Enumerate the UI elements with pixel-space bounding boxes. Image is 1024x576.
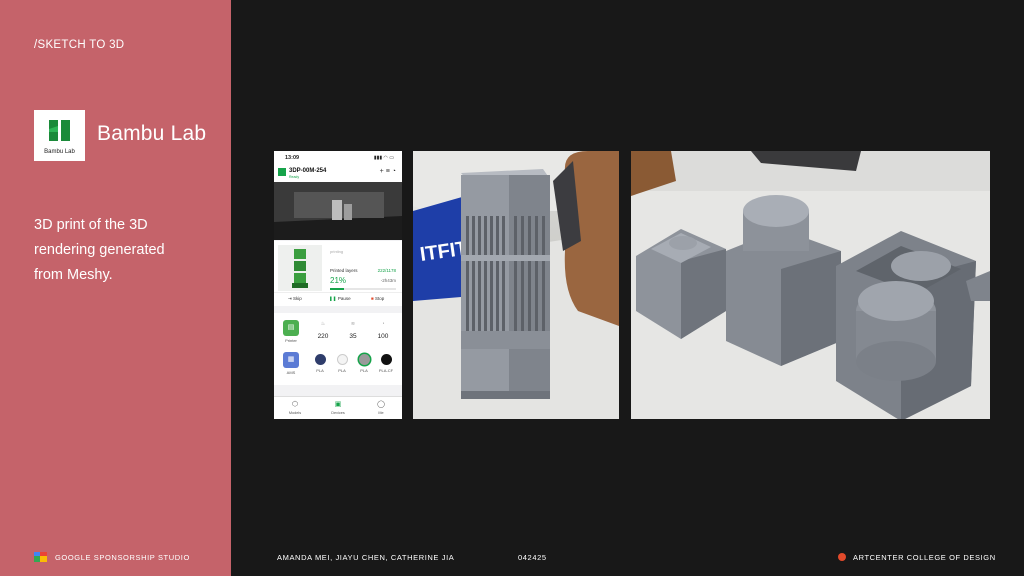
- camera-image: [274, 182, 402, 240]
- nozzle-temp-icon: ♨: [320, 321, 326, 327]
- left-panel: /SKETCH TO 3D Bambu Lab Bambu Lab 3D pri…: [0, 0, 231, 576]
- skip-button[interactable]: ⇥ Skip: [288, 296, 302, 302]
- section-label: /SKETCH TO 3D: [34, 39, 125, 51]
- speed-value: 100: [377, 333, 389, 340]
- menu-icon[interactable]: ≡: [386, 168, 390, 175]
- footer-school: ARTCENTER COLLEGE OF DESIGN: [853, 553, 996, 562]
- google-sponsorship-icon: [34, 552, 47, 562]
- signal-battery-icon: ▮▮▮ ◠ ▭: [373, 155, 394, 161]
- speed-icon: ◔: [381, 321, 385, 327]
- filament-swatch[interactable]: [359, 354, 370, 365]
- me-icon[interactable]: ◯: [370, 400, 392, 408]
- add-icon[interactable]: +: [380, 168, 384, 175]
- bed-temp-value: 35: [349, 333, 357, 340]
- printer-camera-feed: [274, 182, 402, 240]
- pause-icon: ❚❚: [329, 296, 337, 301]
- app-header: 3DP-00M-254 Ready + ≡ ◔: [274, 165, 402, 182]
- progress-percent: 21%: [330, 276, 347, 285]
- photo-printed-tower: ITFITI: [413, 151, 619, 419]
- phone-status-bar: 13:09 ▮▮▮ ◠ ▭: [274, 151, 402, 165]
- filament-swatch[interactable]: [381, 354, 392, 365]
- footer-date: 042425: [518, 553, 547, 562]
- footer-studio: GOOGLE SPONSORSHIP STUDIO: [55, 553, 190, 562]
- filament-label: PLA: [338, 368, 346, 373]
- stop-label: Stop: [374, 296, 385, 301]
- layers-value: 222/1178: [377, 268, 396, 273]
- device-logo-icon: [278, 168, 286, 176]
- tab-devices[interactable]: Devices: [327, 411, 349, 415]
- stop-icon: ■: [371, 296, 374, 301]
- device-name: 3DP-00M-254: [289, 168, 327, 174]
- green-model-icon: [292, 249, 308, 288]
- bambu-app-screenshot: 13:09 ▮▮▮ ◠ ▭ 3DP-00M-254 Ready + ≡ ◔ pr…: [274, 151, 402, 419]
- model-thumbnail: [278, 245, 322, 291]
- printed-tower-image: ITFITI: [413, 151, 619, 419]
- pause-button[interactable]: ❚❚ Pause: [329, 296, 351, 302]
- ams-tile-icon[interactable]: ▦: [283, 352, 299, 368]
- remaining-time: -2h43m: [380, 278, 396, 283]
- devices-icon[interactable]: ▣: [327, 400, 349, 408]
- printer-status-panel: ▤ Printer ♨ 220 ≋ 35 ◔ 100 ▦ AMS PLA PLA…: [274, 313, 402, 385]
- filament-swatch[interactable]: [315, 354, 326, 365]
- photo-printed-containers: [631, 151, 990, 419]
- filament-swatch[interactable]: [337, 354, 348, 365]
- filament-label: PLA-CF: [378, 368, 394, 373]
- bambu-logo-icon: [49, 120, 70, 141]
- printer-tile-icon[interactable]: ▤: [283, 320, 299, 336]
- filament-label: PLA: [360, 368, 368, 373]
- progress-bar: [330, 288, 396, 290]
- device-status: Ready: [289, 175, 300, 179]
- model-status: printing: [330, 249, 344, 254]
- brand-name: Bambu Lab: [97, 122, 207, 145]
- ams-label: AMS: [286, 370, 296, 375]
- artcenter-dot-icon: [838, 553, 846, 561]
- nozzle-temp-value: 220: [317, 333, 329, 340]
- slide-description: 3D print of the 3D rendering generated f…: [34, 217, 165, 283]
- layers-label: Printed layers: [330, 268, 358, 273]
- filament-label: PLA: [316, 368, 324, 373]
- tab-models[interactable]: Models: [284, 411, 306, 415]
- notification-icon[interactable]: ◔: [392, 168, 396, 175]
- bed-temp-icon: ≋: [350, 321, 356, 327]
- logo-text: Bambu Lab: [44, 149, 75, 155]
- status-time: 13:09: [285, 155, 300, 161]
- pause-label: Pause: [337, 296, 351, 301]
- printer-label: Printer: [285, 338, 297, 343]
- progress-fill: [330, 288, 344, 290]
- skip-label: Skip: [293, 296, 302, 301]
- tab-me[interactable]: Me: [370, 411, 392, 415]
- header-actions: + ≡ ◔: [380, 168, 396, 175]
- stop-button[interactable]: ■ Stop: [371, 296, 384, 301]
- footer-authors: AMANDA MEI, JIAYU CHEN, CATHERINE JIA: [277, 553, 455, 562]
- printed-containers-image: [631, 151, 990, 419]
- app-tab-bar: ⬡ Models ▣ Devices ◯ Me: [274, 396, 402, 419]
- print-controls: ⇥ Skip ❚❚ Pause ■ Stop: [274, 292, 402, 306]
- models-icon[interactable]: ⬡: [284, 400, 306, 408]
- bambu-lab-logo: Bambu Lab: [34, 110, 85, 161]
